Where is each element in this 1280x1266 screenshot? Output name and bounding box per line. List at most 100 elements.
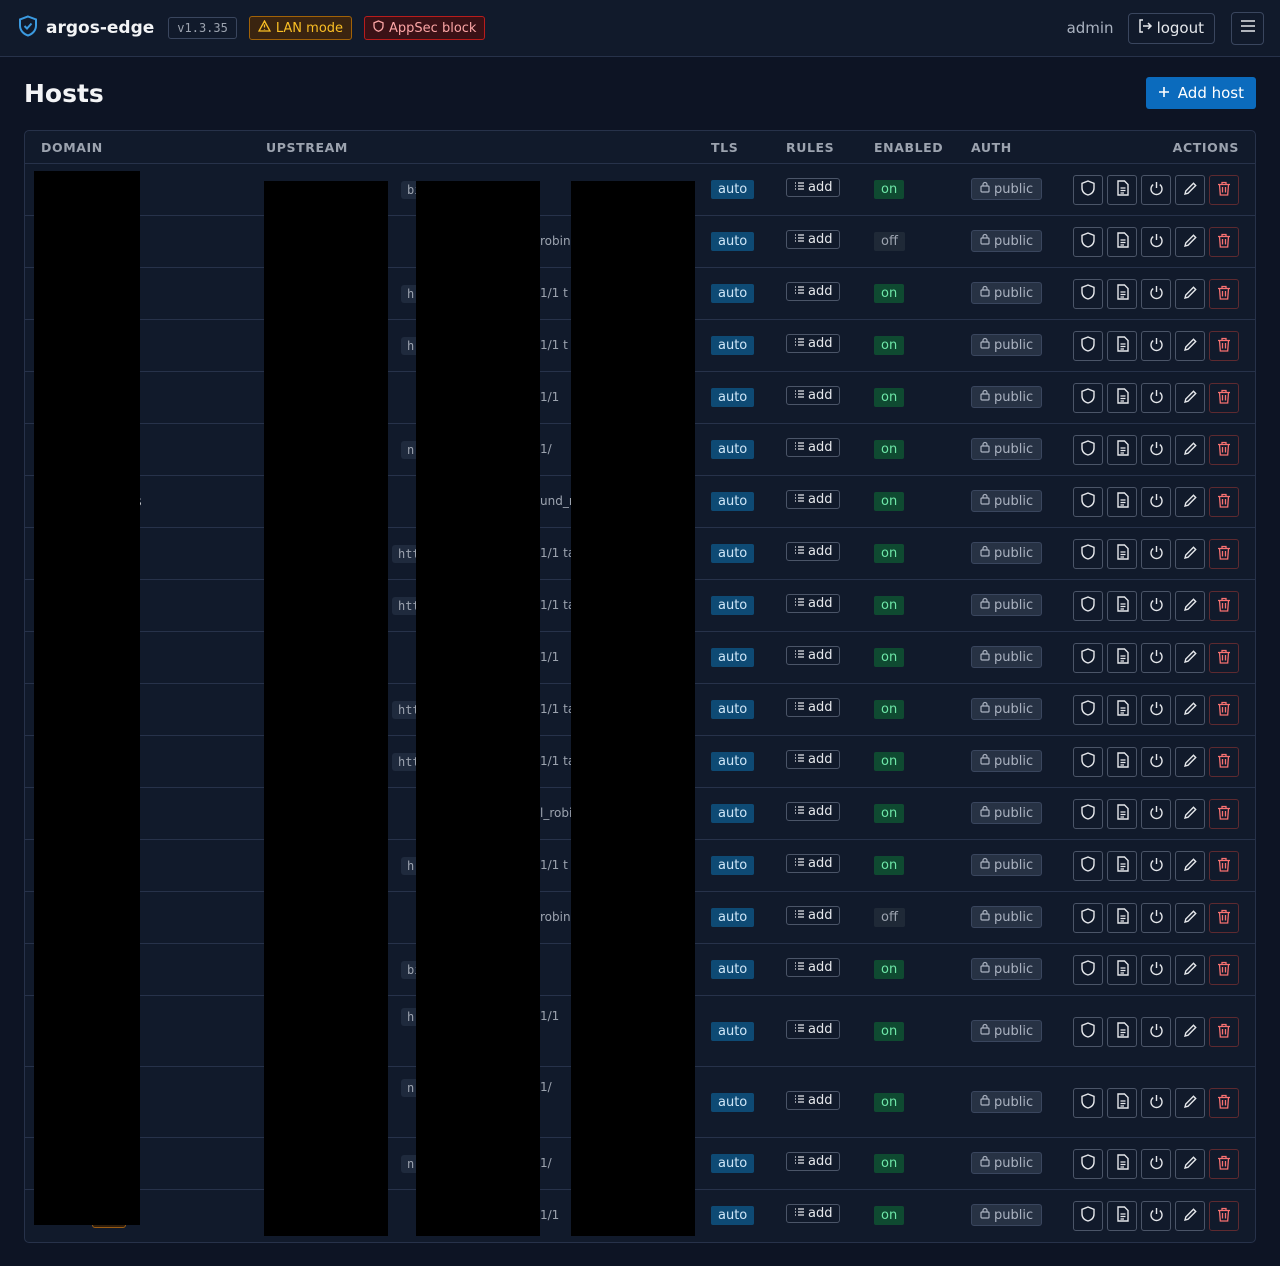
auth-badge[interactable]: public [971,594,1043,616]
logs-button[interactable] [1107,1017,1137,1047]
logs-button[interactable] [1107,435,1137,465]
edit-button[interactable] [1175,383,1205,413]
appsec-button[interactable] [1073,643,1103,673]
appsec-button[interactable] [1073,175,1103,205]
appsec-button[interactable] [1073,331,1103,361]
edit-button[interactable] [1175,799,1205,829]
appsec-button[interactable] [1073,279,1103,309]
toggle-button[interactable] [1141,175,1171,205]
edit-button[interactable] [1175,695,1205,725]
edit-button[interactable] [1175,955,1205,985]
rules-add-button[interactable]: add [786,282,841,301]
edit-button[interactable] [1175,279,1205,309]
enabled-status[interactable]: on [874,1022,905,1041]
auth-badge[interactable]: public [971,854,1043,876]
enabled-status[interactable]: on [874,440,905,459]
auth-badge[interactable]: public [971,178,1043,200]
delete-button[interactable] [1209,1201,1239,1231]
auth-badge[interactable]: public [971,542,1043,564]
logs-button[interactable] [1107,851,1137,881]
rules-add-button[interactable]: add [786,438,841,457]
delete-button[interactable] [1209,227,1239,257]
delete-button[interactable] [1209,487,1239,517]
delete-button[interactable] [1209,1088,1239,1118]
toggle-button[interactable] [1141,643,1171,673]
edit-button[interactable] [1175,1088,1205,1118]
enabled-status[interactable]: on [874,960,905,979]
edit-button[interactable] [1175,539,1205,569]
column-rules[interactable]: RULES [786,140,834,155]
auth-badge[interactable]: public [971,906,1043,928]
delete-button[interactable] [1209,1149,1239,1179]
delete-button[interactable] [1209,1017,1239,1047]
logs-button[interactable] [1107,383,1137,413]
delete-button[interactable] [1209,799,1239,829]
auth-badge[interactable]: public [971,802,1043,824]
rules-add-button[interactable]: add [786,698,841,717]
delete-button[interactable] [1209,435,1239,465]
logs-button[interactable] [1107,1088,1137,1118]
enabled-status[interactable]: on [874,1093,905,1112]
edit-button[interactable] [1175,851,1205,881]
rules-add-button[interactable]: add [786,1020,841,1039]
appsec-button[interactable] [1073,435,1103,465]
toggle-button[interactable] [1141,799,1171,829]
auth-badge[interactable]: public [971,282,1043,304]
toggle-button[interactable] [1141,747,1171,777]
rules-add-button[interactable]: add [786,646,841,665]
edit-button[interactable] [1175,903,1205,933]
appsec-button[interactable] [1073,591,1103,621]
column-domain[interactable]: DOMAIN [41,140,103,155]
edit-button[interactable] [1175,331,1205,361]
appsec-button[interactable] [1073,903,1103,933]
appsec-button[interactable] [1073,1017,1103,1047]
toggle-button[interactable] [1141,695,1171,725]
logs-button[interactable] [1107,227,1137,257]
logs-button[interactable] [1107,175,1137,205]
rules-add-button[interactable]: add [786,594,841,613]
delete-button[interactable] [1209,175,1239,205]
enabled-status[interactable]: on [874,492,905,511]
logs-button[interactable] [1107,799,1137,829]
enabled-status[interactable]: on [874,1154,905,1173]
toggle-button[interactable] [1141,903,1171,933]
enabled-status[interactable]: on [874,596,905,615]
enabled-status[interactable]: off [874,232,905,251]
appsec-button[interactable] [1073,799,1103,829]
logs-button[interactable] [1107,591,1137,621]
rules-add-button[interactable]: add [786,334,841,353]
rules-add-button[interactable]: add [786,750,841,769]
delete-button[interactable] [1209,747,1239,777]
column-auth[interactable]: AUTH [971,140,1012,155]
logs-button[interactable] [1107,539,1137,569]
menu-button[interactable] [1231,11,1264,45]
delete-button[interactable] [1209,539,1239,569]
logs-button[interactable] [1107,903,1137,933]
toggle-button[interactable] [1141,487,1171,517]
enabled-status[interactable]: on [874,388,905,407]
column-upstream[interactable]: UPSTREAM [266,140,348,155]
edit-button[interactable] [1175,227,1205,257]
toggle-button[interactable] [1141,539,1171,569]
toggle-button[interactable] [1141,331,1171,361]
appsec-button[interactable] [1073,227,1103,257]
toggle-button[interactable] [1141,851,1171,881]
auth-badge[interactable]: public [971,230,1043,252]
delete-button[interactable] [1209,955,1239,985]
rules-add-button[interactable]: add [786,542,841,561]
rules-add-button[interactable]: add [786,178,841,197]
logs-button[interactable] [1107,331,1137,361]
rules-add-button[interactable]: add [786,490,841,509]
delete-button[interactable] [1209,279,1239,309]
logs-button[interactable] [1107,955,1137,985]
rules-add-button[interactable]: add [786,958,841,977]
column-enabled[interactable]: ENABLED [874,140,943,155]
logs-button[interactable] [1107,695,1137,725]
appsec-button[interactable] [1073,1088,1103,1118]
enabled-status[interactable]: on [874,1206,905,1225]
appsec-button[interactable] [1073,851,1103,881]
logs-button[interactable] [1107,487,1137,517]
appsec-button[interactable] [1073,539,1103,569]
delete-button[interactable] [1209,331,1239,361]
appsec-button[interactable] [1073,487,1103,517]
